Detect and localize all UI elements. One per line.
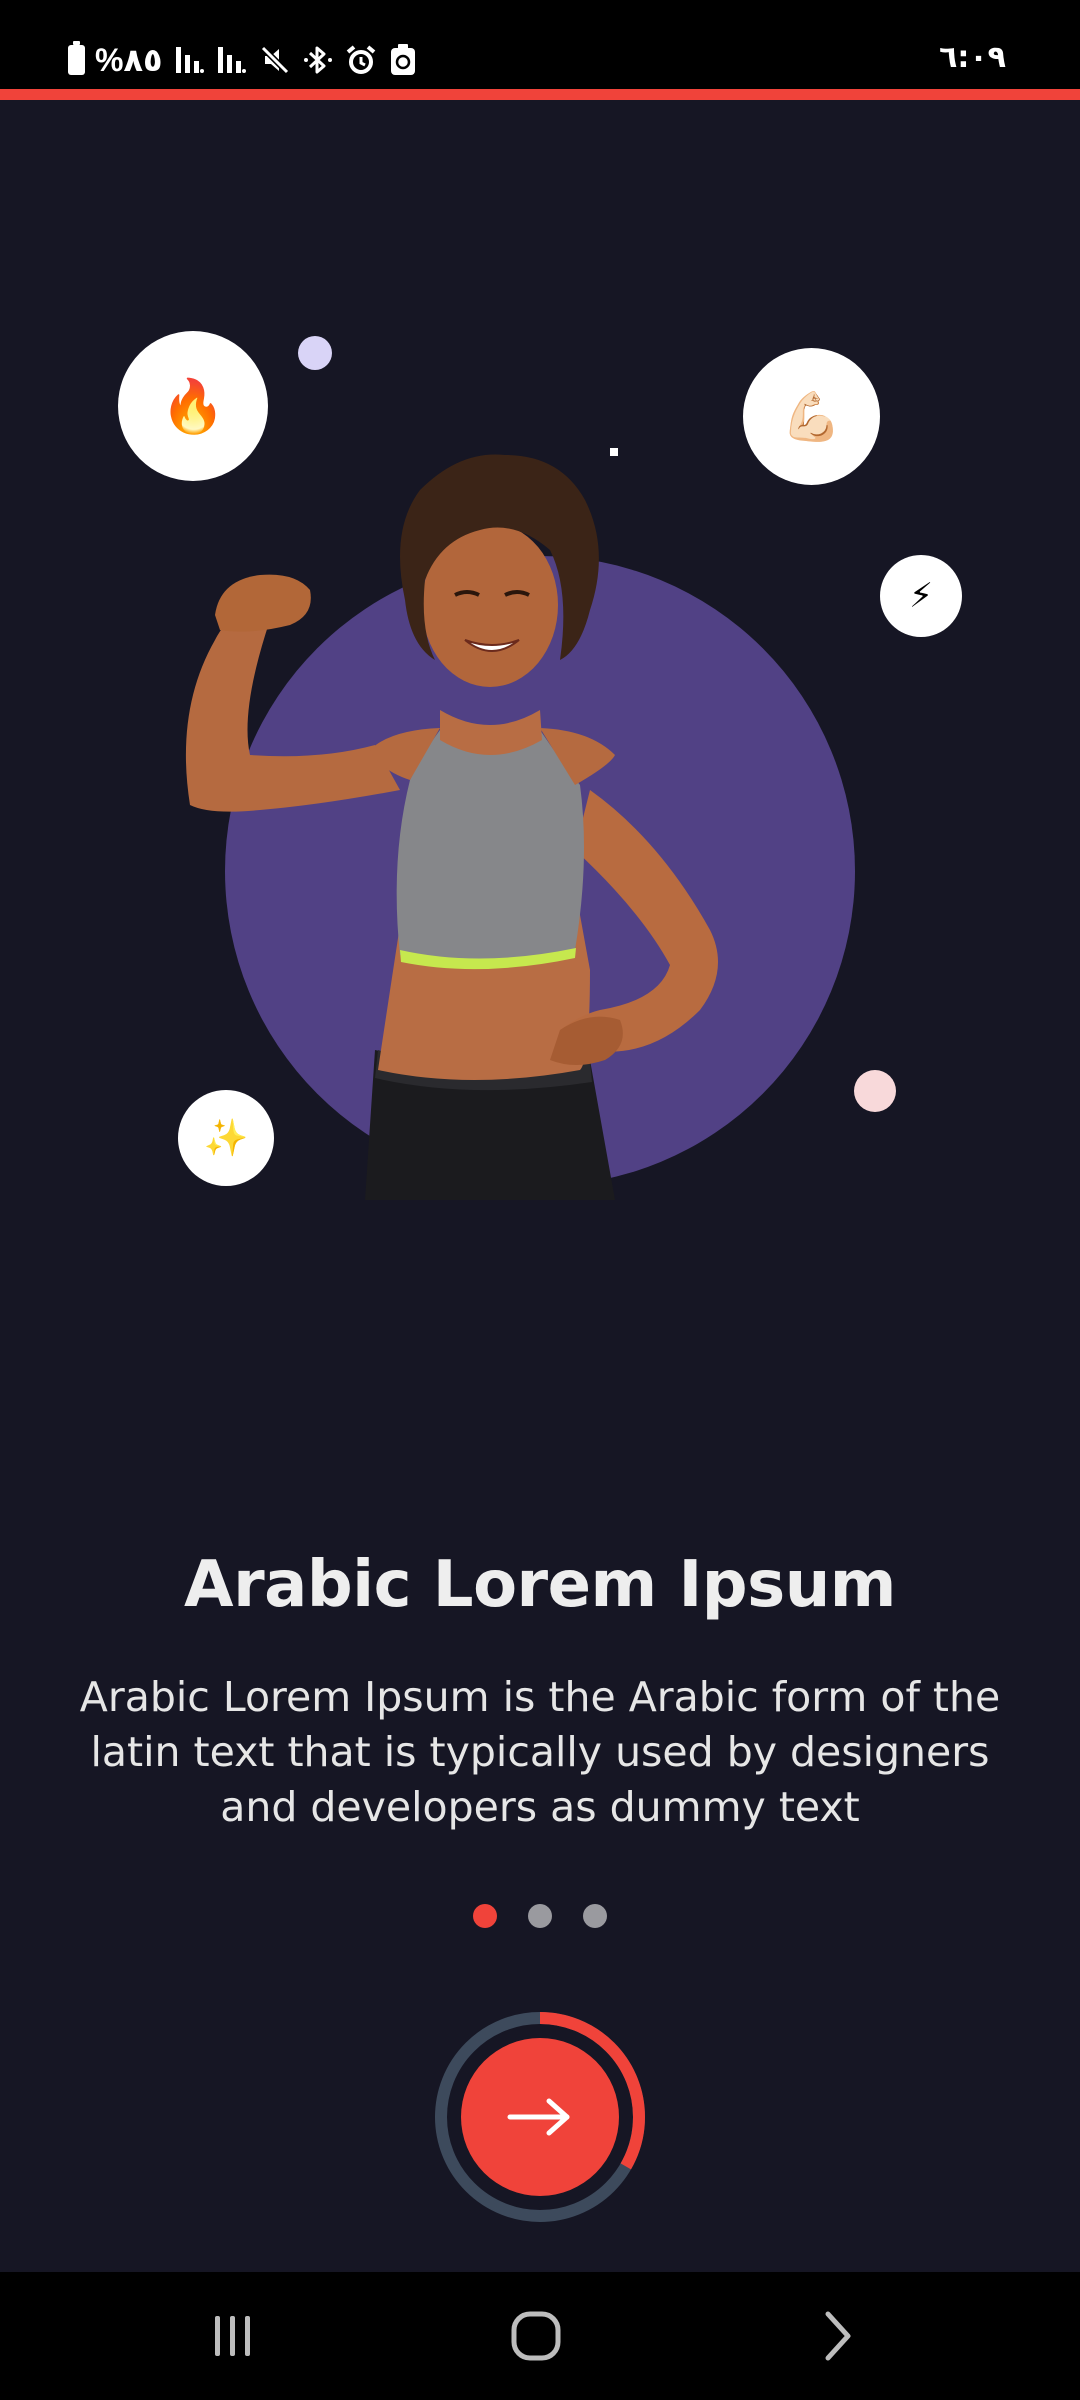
next-button[interactable] [461, 2038, 619, 2196]
page-indicator-dot[interactable] [528, 1904, 552, 1928]
recents-button[interactable] [153, 2272, 313, 2400]
signal-icon [217, 45, 247, 75]
recents-icon [215, 2316, 250, 2356]
page-indicator-dot[interactable] [583, 1904, 607, 1928]
signal-icon [175, 45, 205, 75]
top-accent-bar [0, 89, 1080, 100]
home-button[interactable] [456, 2272, 616, 2400]
next-button-container [434, 2011, 646, 2223]
back-button[interactable] [758, 2272, 918, 2400]
system-navigation-bar [0, 2272, 1080, 2400]
fitness-woman-photo [185, 454, 718, 1200]
status-icons: %٨٥ [68, 40, 417, 80]
bluetooth-icon [303, 44, 333, 76]
battery-icon [68, 41, 85, 75]
home-icon [511, 2311, 561, 2361]
mute-icon [259, 44, 291, 76]
hero-illustration: 🔥 💪🏻 ⚡ ✨ [0, 100, 1080, 1200]
lightning-icon: ⚡ [880, 555, 962, 637]
recycle-icon [389, 44, 417, 76]
onboarding-description: Arabic Lorem Ipsum is the Arabic form of… [79, 1673, 1001, 1831]
onboarding-screen: %٨٥ ٦:٠٩ 🔥 💪🏻 ⚡ ✨ Arabic Lorem Ipsum Ara… [0, 0, 1080, 2400]
decorative-dot [298, 336, 332, 370]
onboarding-title: Arabic Lorem Ipsum [184, 1548, 896, 1622]
arrow-right-icon [507, 2098, 570, 2136]
alarm-icon [345, 44, 377, 76]
decorative-dot [854, 1070, 896, 1112]
status-bar: %٨٥ ٦:٠٩ [0, 0, 1080, 89]
clock: ٦:٠٩ [939, 40, 1006, 75]
battery-percentage: %٨٥ [95, 42, 163, 78]
page-indicator-dot-active[interactable] [473, 1904, 497, 1928]
page-indicator [0, 1904, 1080, 1928]
back-icon [825, 2311, 851, 2361]
